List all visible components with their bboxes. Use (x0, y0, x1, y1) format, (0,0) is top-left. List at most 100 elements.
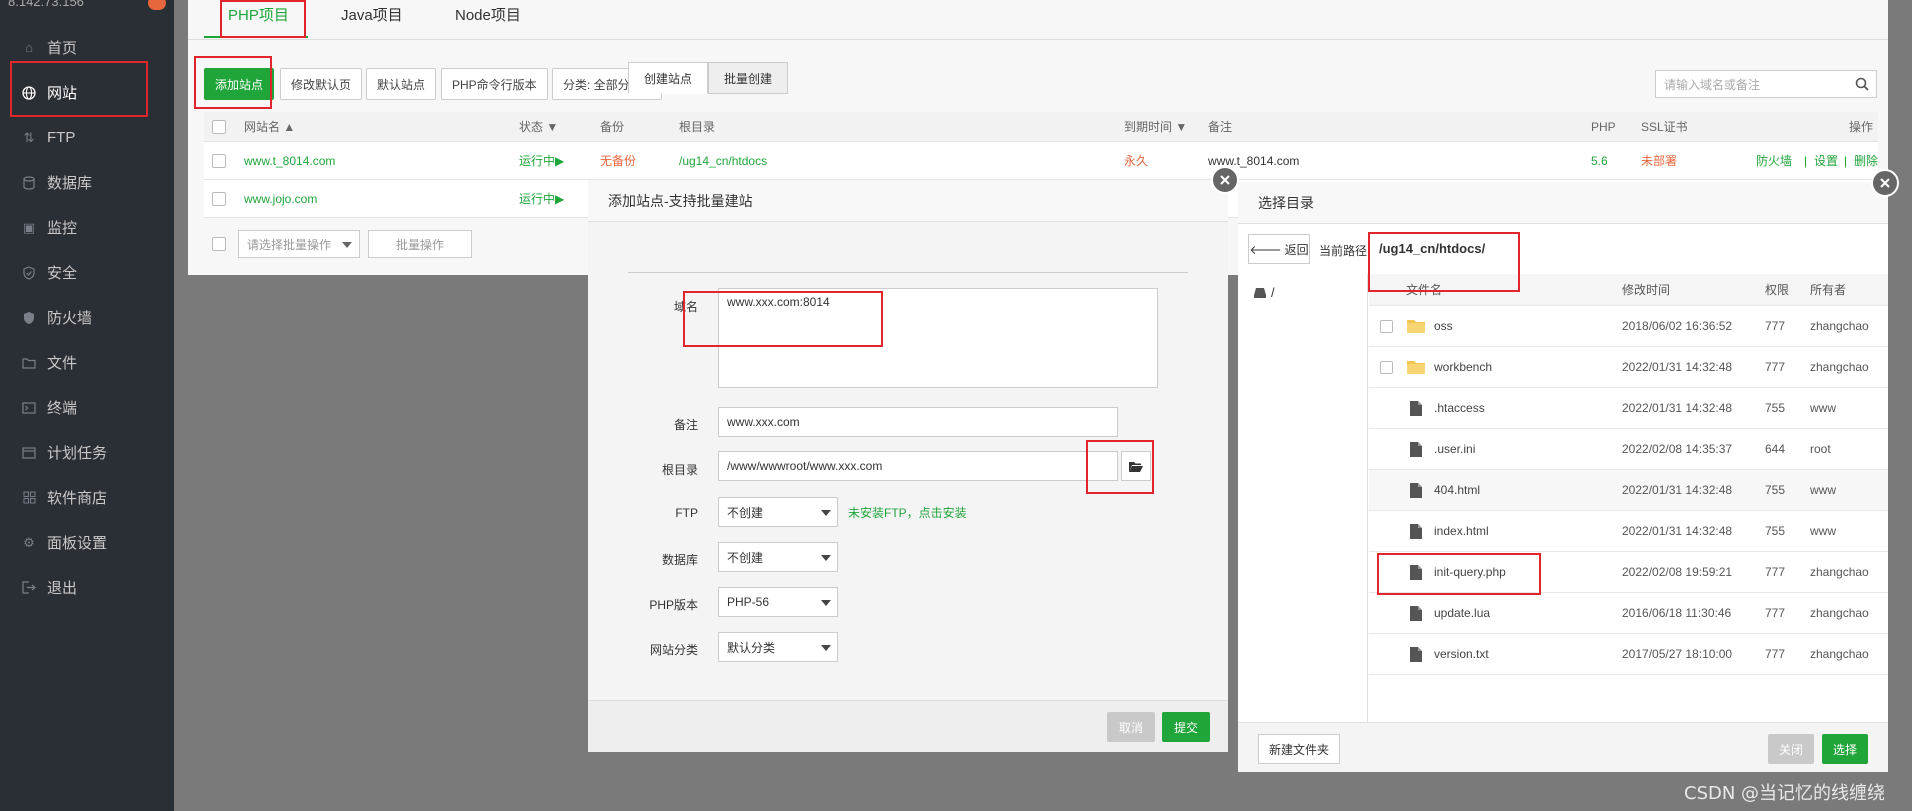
sidebar-item-security[interactable]: 安全 (0, 250, 174, 295)
tab-node-project[interactable]: Node项目 (455, 4, 521, 25)
header-expire[interactable]: 到期时间 ▼ (1124, 112, 1187, 141)
tree-node-label: / (1271, 285, 1275, 300)
annotation-box-init-query (1377, 553, 1541, 595)
site-name-link[interactable]: www.jojo.com (244, 180, 317, 217)
site-category-select[interactable]: 默认分类 (718, 632, 838, 662)
search-icon[interactable] (1855, 77, 1869, 91)
folder-icon (1406, 306, 1426, 346)
file-name[interactable]: update.lua (1434, 593, 1490, 633)
batch-checkbox[interactable] (212, 237, 226, 251)
file-name[interactable]: .htaccess (1434, 388, 1485, 428)
file-name[interactable]: oss (1434, 306, 1453, 346)
logout-icon (22, 581, 36, 595)
ftp-select[interactable]: 不创建 (718, 497, 838, 527)
home-icon: ⌂ (25, 40, 33, 55)
file-row[interactable]: .htaccess 2022/01/31 14:32:48 755 www (1369, 388, 1888, 429)
site-php-version[interactable]: 5.6 (1591, 142, 1608, 179)
ftp-label: FTP (675, 506, 698, 520)
file-row[interactable]: update.lua 2016/06/18 11:30:46 777 zhang… (1369, 593, 1888, 634)
file-icon (1409, 511, 1423, 551)
tree-node-root[interactable]: / (1253, 285, 1275, 300)
header-status[interactable]: 状态 ▼ (519, 112, 558, 141)
tab-create-site[interactable]: 创建站点 (628, 62, 708, 94)
file-row[interactable]: index.html 2022/01/31 14:32:48 755 www (1369, 511, 1888, 552)
sidebar-item-label: 终端 (47, 400, 78, 417)
edit-default-page-button[interactable]: 修改默认页 (280, 68, 363, 100)
row-checkbox[interactable] (1380, 347, 1393, 387)
file-row[interactable]: version.txt 2017/05/27 18:10:00 777 zhan… (1369, 634, 1888, 675)
close-directory-dialog-button[interactable] (1871, 169, 1899, 197)
sidebar-item-firewall[interactable]: 防火墙 (0, 295, 174, 340)
root-dir-input[interactable]: /www/wwwroot/www.xxx.com (718, 451, 1118, 481)
cancel-button[interactable]: 取消 (1107, 712, 1155, 742)
file-name[interactable]: version.txt (1434, 634, 1489, 674)
header-name[interactable]: 网站名 ▲ (244, 112, 295, 141)
file-name[interactable]: .user.ini (1434, 429, 1475, 469)
firewall-icon (22, 311, 36, 325)
site-firewall-link[interactable]: 防火墙 (1756, 142, 1792, 179)
site-settings-link[interactable]: 设置 (1814, 142, 1838, 179)
close-button[interactable]: 关闭 (1768, 734, 1814, 764)
sidebar-item-database[interactable]: 数据库 (0, 160, 174, 205)
gear-icon: ⚙ (23, 534, 35, 550)
choose-button[interactable]: 选择 (1822, 734, 1868, 764)
sidebar-item-store[interactable]: 软件商店 (0, 475, 174, 520)
php-version-select[interactable]: PHP-56 (718, 587, 838, 617)
sidebar-item-terminal[interactable]: 终端 (0, 385, 174, 430)
file-row[interactable]: workbench 2022/01/31 14:32:48 777 zhangc… (1369, 347, 1888, 388)
site-root-link[interactable]: /ug14_cn/htdocs (679, 142, 767, 179)
sidebar-item-cron[interactable]: 计划任务 (0, 430, 174, 475)
sidebar-item-logout[interactable]: 退出 (0, 565, 174, 610)
close-add-dialog-button[interactable] (1211, 166, 1239, 194)
terminal-icon (22, 401, 36, 415)
new-folder-button[interactable]: 新建文件夹 (1258, 734, 1340, 764)
sidebar-item-label: 监控 (47, 220, 78, 237)
batch-operation-button[interactable]: 批量操作 (368, 230, 472, 258)
file-row[interactable]: .user.ini 2022/02/08 14:35:37 644 root (1369, 429, 1888, 470)
header-permission: 权限 (1765, 283, 1790, 297)
site-backup[interactable]: 无备份 (600, 142, 636, 179)
row-checkbox[interactable] (1380, 306, 1393, 346)
annotation-box-website (10, 61, 148, 117)
remark-input[interactable]: www.xxx.com (718, 407, 1118, 437)
close-icon (1880, 178, 1890, 188)
site-ssl[interactable]: 未部署 (1641, 142, 1677, 179)
sidebar-item-files[interactable]: 文件 (0, 340, 174, 385)
site-expire[interactable]: 永久 (1124, 142, 1148, 179)
row-checkbox[interactable] (212, 142, 226, 179)
file-row[interactable]: oss 2018/06/02 16:36:52 777 zhangchao (1369, 306, 1888, 347)
root-dir-label: 根目录 (661, 463, 698, 477)
tab-java-project[interactable]: Java项目 (341, 4, 403, 25)
sidebar-item-label: 退出 (47, 580, 78, 597)
file-row[interactable]: 404.html 2022/01/31 14:32:48 755 www (1369, 470, 1888, 511)
php-cli-version-button[interactable]: PHP命令行版本 (441, 68, 548, 100)
site-status[interactable]: 运行中▶ (519, 142, 564, 179)
back-button[interactable]: 🡐 返回 (1248, 234, 1310, 264)
select-all-checkbox[interactable] (212, 112, 226, 141)
tab-batch-create[interactable]: 批量创建 (708, 62, 788, 94)
sidebar-item-monitor[interactable]: ▣ 监控 (0, 205, 174, 250)
sidebar-item-label: 软件商店 (47, 490, 108, 507)
sidebar-item-ftp[interactable]: ⇅ FTP (0, 115, 174, 160)
database-select-value: 不创建 (727, 550, 764, 565)
shield-check-icon (22, 265, 36, 280)
row-checkbox[interactable] (212, 180, 226, 217)
batch-operation-select[interactable]: 请选择批量操作 (238, 230, 360, 258)
site-name-link[interactable]: www.t_8014.com (244, 142, 335, 179)
php-version-value: PHP-56 (727, 595, 770, 609)
submit-button[interactable]: 提交 (1162, 712, 1210, 742)
database-select[interactable]: 不创建 (718, 542, 838, 572)
sidebar-item-settings[interactable]: ⚙ 面板设置 (0, 520, 174, 565)
file-name[interactable]: 404.html (1434, 470, 1480, 510)
install-ftp-link[interactable]: 未安装FTP，点击安装 (848, 504, 967, 521)
file-owner: zhangchao (1810, 606, 1869, 620)
file-name[interactable]: workbench (1434, 347, 1492, 387)
search-input[interactable]: 请输入域名或备注 (1655, 70, 1877, 98)
default-site-button[interactable]: 默认站点 (366, 68, 437, 100)
file-name[interactable]: index.html (1434, 511, 1489, 551)
site-status[interactable]: 运行中▶ (519, 180, 564, 217)
file-permission: 755 (1765, 524, 1786, 538)
notification-badge[interactable] (148, 0, 166, 10)
database-icon (22, 175, 36, 190)
close-icon (1220, 175, 1230, 185)
